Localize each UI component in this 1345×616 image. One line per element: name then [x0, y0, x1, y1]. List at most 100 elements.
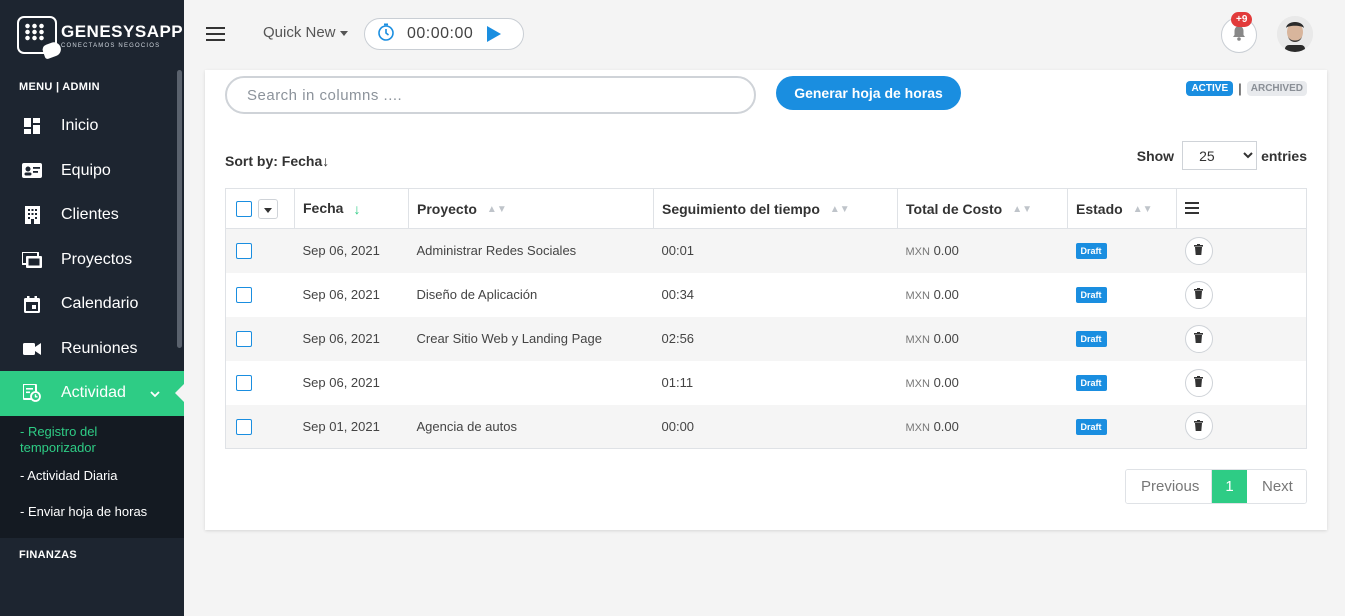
- cell-estado: Draft: [1068, 361, 1177, 405]
- cost-value: 0.00: [933, 375, 959, 390]
- table-row: Sep 01, 2021 Agencia de autos 00:00 MXN …: [225, 404, 1307, 449]
- cell-estado: Draft: [1068, 273, 1177, 317]
- status-separator: |: [1238, 81, 1242, 96]
- column-seguimiento[interactable]: Seguimiento del tiempo ▲▼: [653, 188, 898, 229]
- column-fecha[interactable]: Fecha ↓: [294, 188, 409, 229]
- row-checkbox[interactable]: [236, 243, 252, 260]
- sidebar-item-label: Reuniones: [61, 339, 138, 357]
- sidebar-item-reuniones[interactable]: Reuniones: [0, 327, 184, 372]
- folders-icon: [22, 250, 42, 270]
- page-1-button[interactable]: 1: [1212, 470, 1247, 503]
- sidebar-item-actividad[interactable]: Actividad: [0, 371, 185, 416]
- trash-icon: [1194, 287, 1203, 302]
- cell-estado: Draft: [1067, 316, 1177, 361]
- cell-costo: MXN 0.00: [897, 404, 1068, 449]
- delete-button[interactable]: [1184, 280, 1213, 309]
- column-estado[interactable]: Estado ▲▼: [1067, 188, 1177, 229]
- submenu-item-registro-temporizador[interactable]: - Registro del temporizador: [0, 424, 184, 456]
- row-checkbox[interactable]: [236, 286, 252, 303]
- cell-costo: MXN 0.00: [898, 361, 1068, 405]
- status-badge: Draft: [1075, 287, 1107, 303]
- cost-value: 0.00: [933, 287, 959, 302]
- bell-icon: [1232, 25, 1246, 46]
- cell-proyecto: [409, 361, 654, 405]
- status-badge: Draft: [1075, 331, 1107, 347]
- sidebar-item-label: Clientes: [61, 206, 119, 224]
- column-proyecto[interactable]: Proyecto ▲▼: [408, 188, 654, 229]
- table-row: Sep 06, 2021 Administrar Redes Sociales …: [225, 228, 1307, 273]
- cell-estado: Draft: [1067, 404, 1177, 449]
- section-label-admin: MENU | ADMIN: [19, 81, 100, 93]
- timer-value: 00:00:00: [407, 25, 474, 42]
- quick-new-dropdown[interactable]: Quick New: [263, 24, 348, 41]
- sidebar-item-calendario[interactable]: Calendario: [0, 282, 184, 327]
- notification-count-badge: +9: [1231, 12, 1253, 27]
- menu-toggle-icon[interactable]: [206, 27, 225, 41]
- sidebar-item-clientes[interactable]: Clientes: [0, 193, 184, 238]
- sort-by-label: Sort by: Fecha↓: [225, 153, 330, 169]
- status-archived-pill[interactable]: ARCHIVED: [1246, 81, 1307, 96]
- delete-button[interactable]: [1184, 412, 1213, 441]
- sidebar-item-inicio[interactable]: Inicio: [0, 104, 184, 149]
- column-actions[interactable]: [1176, 188, 1307, 229]
- stopwatch-icon: [377, 23, 395, 46]
- column-total-costo[interactable]: Total de Costo ▲▼: [897, 188, 1068, 229]
- sidebar: GENESYSAPP CONECTAMOS NEGOCIOS MENU | AD…: [0, 0, 185, 616]
- cell-tiempo: 00:34: [661, 287, 695, 302]
- select-all-header: [225, 188, 295, 229]
- show-label: Show: [1136, 147, 1175, 164]
- topbar: Quick New 00:00:00 +9: [184, 0, 1345, 69]
- delete-button[interactable]: [1184, 324, 1213, 353]
- bulk-actions-dropdown[interactable]: [258, 198, 278, 219]
- id-card-icon: [22, 161, 42, 181]
- generate-timesheet-button[interactable]: Generar hoja de horas: [776, 76, 961, 110]
- cell-proyecto: Crear Sitio Web y Landing Page: [408, 316, 654, 361]
- sidebar-item-equipo[interactable]: Equipo: [0, 149, 184, 194]
- user-avatar[interactable]: [1277, 16, 1313, 52]
- building-icon: [22, 205, 42, 225]
- status-active-pill[interactable]: ACTIVE: [1186, 81, 1234, 96]
- next-page-button[interactable]: Next: [1247, 470, 1306, 503]
- cell-proyecto: Agencia de autos: [408, 404, 654, 449]
- sidebar-item-label: Inicio: [61, 117, 99, 135]
- delete-button[interactable]: [1184, 368, 1213, 397]
- column-label: Fecha: [303, 199, 344, 216]
- cost-value: 0.00: [933, 331, 959, 346]
- delete-button[interactable]: [1184, 236, 1213, 265]
- cell-fecha: Sep 01, 2021: [294, 404, 409, 449]
- entries-select[interactable]: 25: [1182, 141, 1258, 170]
- sort-icon: ▲▼: [1012, 204, 1032, 216]
- status-badge: Draft: [1075, 418, 1107, 435]
- cell-tiempo: 01:11: [661, 375, 694, 390]
- row-checkbox[interactable]: [236, 374, 252, 391]
- timer-widget: 00:00:00: [364, 18, 524, 50]
- previous-page-button[interactable]: Previous: [1126, 470, 1212, 503]
- row-checkbox[interactable]: [236, 330, 252, 347]
- sidebar-item-label: Actividad: [61, 384, 126, 402]
- select-all-checkbox[interactable]: [236, 200, 252, 217]
- sort-asc-icon: ↓: [353, 201, 361, 218]
- sidebar-scrollbar[interactable]: [177, 70, 182, 348]
- play-icon[interactable]: [487, 26, 502, 42]
- search-input[interactable]: [225, 76, 756, 114]
- trash-icon: [1194, 243, 1203, 258]
- cell-tiempo: 02:56: [653, 316, 898, 361]
- app-name: GENESYSAPP: [61, 21, 184, 41]
- table-row: Sep 06, 2021 01:11 MXN 0.00 Draft: [226, 361, 1307, 405]
- cost-value: 0.00: [933, 418, 959, 434]
- submenu-item-actividad-diaria[interactable]: - Actividad Diaria: [0, 460, 184, 492]
- cell-costo: MXN 0.00: [897, 316, 1068, 361]
- currency-code: MXN: [905, 290, 930, 302]
- sidebar-item-proyectos[interactable]: Proyectos: [0, 238, 184, 283]
- submenu-item-enviar-hoja-horas[interactable]: - Enviar hoja de horas: [0, 496, 184, 528]
- trash-icon: [1194, 375, 1203, 390]
- dashboard-icon: [22, 116, 42, 136]
- sort-icon: ▲▼: [486, 204, 507, 216]
- cell-tiempo: 00:00: [653, 404, 898, 449]
- calendar-icon: [22, 294, 42, 314]
- status-badge: Draft: [1075, 243, 1107, 260]
- app-tagline: CONECTAMOS NEGOCIOS: [61, 42, 161, 49]
- app-logo[interactable]: GENESYSAPP CONECTAMOS NEGOCIOS: [0, 0, 184, 70]
- row-checkbox[interactable]: [236, 418, 252, 435]
- cell-fecha: Sep 06, 2021: [302, 287, 380, 302]
